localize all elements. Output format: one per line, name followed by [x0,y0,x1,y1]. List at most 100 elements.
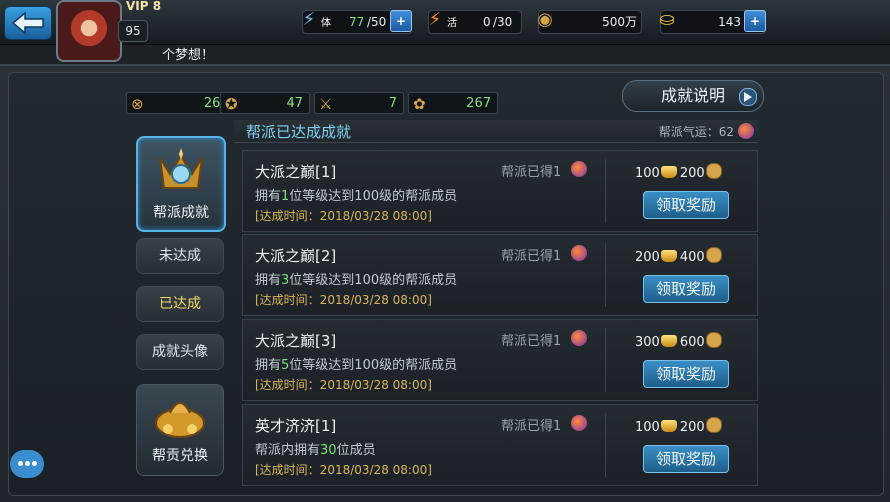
vip-label: VIP 8 [126,0,162,13]
currency-value: 267 [466,96,491,111]
luck-orb-icon [571,245,587,261]
reward-coin-amount: 200 [679,166,705,181]
achievement-desc: 拥有5位等级达到100级的帮派成员 [255,354,457,373]
desc-suffix: 位等级达到100级的帮派成员 [289,273,458,288]
stamina-max: /50 [367,15,387,29]
tab-guild-achievement-label: 帮派成就 [153,205,209,221]
guild-obtained-label: 帮派已得1 [501,165,562,180]
stamina-stat: ⚡ 体 77 /50 + [302,9,412,34]
achievement-desc: 拥有3位等级达到100级的帮派成员 [255,269,457,288]
stamina-value: 77 [349,15,365,29]
tab-contribution-exchange[interactable]: 帮贡兑换 [136,384,224,476]
reward-coin-amount: 400 [679,250,705,265]
stamina-plus-button[interactable]: + [390,10,412,32]
achievement-name: 大派之巅[3] [255,332,337,350]
contribution-coin-icon [705,332,722,348]
achievement-explain-button[interactable]: 成就说明 [622,80,764,112]
reward-line: 300 600 [635,332,722,350]
guild-obtained-label: 帮派已得1 [501,249,562,264]
desc-prefix: 拥有 [255,273,282,288]
reward-line: 100 200 [635,417,722,435]
tab-achieved[interactable]: 已达成 [136,286,224,322]
desc-suffix: 位等级达到100级的帮派成员 [289,358,458,373]
achievement-desc: 拥有1位等级达到100级的帮派成员 [255,185,457,204]
player-level: 95 [118,20,148,42]
badge-icon: ✪ [225,95,238,113]
desc-count: 30 [320,443,337,458]
reward-line: 100 200 [635,163,722,181]
list-title: 帮派已达成成就 [246,123,352,141]
achievement-desc: 帮派内拥有30位成员 [255,439,376,458]
treasure-bag-icon [155,402,205,438]
claim-reward-button[interactable]: 领取奖励 [643,275,729,303]
contribution-coin-icon [705,417,722,433]
reward-ingot-amount: 100 [635,420,660,435]
ingot-icon [660,250,677,262]
achievement-name: 大派之巅[1] [255,163,337,181]
ingots-value: 143 [718,15,741,29]
desc-suffix: 位成员 [336,443,376,458]
back-button[interactable] [4,6,52,40]
contribution-coin-icon [705,163,722,179]
reward-coin-amount: 200 [679,420,705,435]
claim-reward-button[interactable]: 领取奖励 [643,191,729,219]
vitality-label: 活 [447,18,457,29]
coins-stat: ◉ 500万 [537,9,642,34]
divider [605,413,606,477]
reward-line: 200 400 [635,247,722,265]
currency-value: 7 [388,96,397,111]
vitality-stat: ⚡ 活 0 /30 [428,9,522,34]
currency-badge: ✪ 47 [220,92,310,114]
luck-orb-icon [571,161,587,177]
achieved-time: [达成时间：2018/03/28 08:00] [255,209,432,223]
claim-reward-button[interactable]: 领取奖励 [643,445,729,473]
achievement-name: 英才济济[1] [255,417,337,435]
divider [605,159,606,223]
luck-orb-icon [571,330,587,346]
tab-contribution-exchange-label: 帮贡兑换 [152,448,208,464]
vitality-value: 0 [483,15,491,29]
desc-prefix: 拥有 [255,189,282,204]
divider [605,328,606,392]
guild-obtained-label: 帮派已得1 [501,334,562,349]
stamina-label: 体 [321,18,331,29]
achievement-name: 大派之巅[2] [255,247,337,265]
desc-prefix: 拥有 [255,358,282,373]
vitality-icon: ⚡ [428,9,442,30]
ingots-plus-button[interactable]: + [744,10,766,32]
ingot-icon: ⛀ [659,9,675,30]
shield-token-icon: ✿ [413,95,426,113]
tab-guild-achievement[interactable]: 帮派成就 [136,136,226,232]
ingot-icon [660,335,677,347]
contribution-coin-icon [705,247,722,263]
reward-ingot-amount: 100 [635,166,660,181]
player-motto: 个梦想！ [162,48,215,63]
coin-icon: ◉ [537,9,553,30]
desc-suffix: 位等级达到100级的帮派成员 [289,189,458,204]
luck-orb-icon [738,123,754,139]
guild-obtained-label: 帮派已得1 [501,419,562,434]
ingots-stat: ⛀ 143 + [659,9,766,34]
back-arrow-icon [11,11,44,35]
divider [605,243,606,307]
ingot-icon [660,166,677,178]
crossed-swords-icon: ⚔ [319,95,333,113]
currency-swords: ⚔ 7 [314,92,404,114]
achievement-row: 大派之巅[3] 拥有5位等级达到100级的帮派成员 [达成时间：2018/03/28… [242,319,758,401]
currency-token: ✿ 267 [408,92,498,114]
achieved-time: [达成时间：2018/03/28 08:00] [255,463,432,477]
chat-button[interactable] [10,450,44,478]
play-arrow-icon [739,88,757,106]
tab-not-achieved[interactable]: 未达成 [136,238,224,274]
currency-value: 47 [286,96,303,111]
guild-luck-label: 帮派气运：62 [658,125,734,139]
coins-value: 500万 [602,15,637,29]
player-avatar[interactable] [56,0,122,62]
claim-reward-button[interactable]: 领取奖励 [643,360,729,388]
list-header: 帮派已达成成就 帮派气运：62 [234,120,758,143]
guild-emblem-icon [159,148,203,189]
contribution-icon: ⊗ [131,95,144,113]
tab-achievement-avatar[interactable]: 成就头像 [136,334,224,370]
explain-label: 成就说明 [660,86,725,105]
achievement-row: 英才济济[1] 帮派内拥有30位成员 [达成时间：2018/03/28 08:00]… [242,404,758,486]
